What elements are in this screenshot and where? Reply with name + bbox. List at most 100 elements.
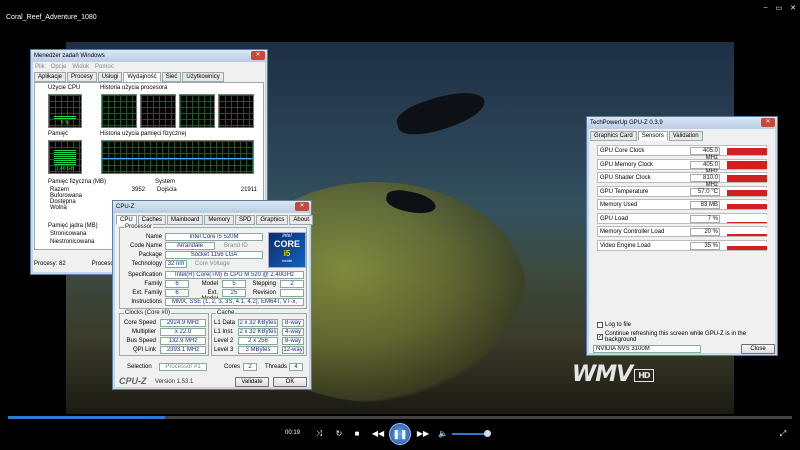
l3-value: 3 MBytes bbox=[238, 346, 278, 354]
l1-data-way: 8-way bbox=[282, 319, 304, 327]
repeat-icon[interactable]: ↻ bbox=[332, 427, 346, 441]
shuffle-icon[interactable]: ⤨ bbox=[312, 427, 326, 441]
threads-value: 4 bbox=[289, 363, 303, 371]
tab-processes[interactable]: Procesy bbox=[67, 72, 97, 82]
cpu-history-graph bbox=[179, 94, 215, 128]
volume-slider[interactable] bbox=[452, 430, 491, 437]
processor-select[interactable]: Processor #1 bbox=[159, 363, 207, 371]
sensor-name: GPU Load bbox=[600, 215, 629, 222]
sensor-name: GPU Temperature bbox=[600, 188, 649, 195]
next-icon[interactable]: ▶▶ bbox=[416, 427, 430, 441]
seek-progress bbox=[8, 416, 165, 419]
memory-bar bbox=[54, 149, 76, 165]
table-row: Dojścia 21911 bbox=[157, 187, 257, 193]
sensor-name: Memory Used bbox=[600, 202, 638, 208]
processor-group: Processor Name Intel Core i5 520M Code N… bbox=[119, 224, 307, 309]
cpuz-titlebar[interactable]: CPU-Z ✕ bbox=[113, 201, 311, 213]
kernel-row: Niestronicowana bbox=[50, 239, 95, 245]
gpuz-window: TechPowerUp GPU-Z 0.3.9 ✕ Graphics Card S… bbox=[586, 116, 778, 356]
time-elapsed: 00:19 bbox=[285, 430, 301, 436]
ext-model-value: 25 bbox=[222, 289, 246, 297]
cpuz-window: CPU-Z ✕ CPU Caches Mainboard Memory SPD G… bbox=[112, 200, 314, 390]
continue-refresh-checkbox[interactable]: ✓ Continue refreshing this screen while G… bbox=[597, 331, 777, 343]
tab-performance[interactable]: Wydajność bbox=[123, 72, 161, 82]
sensor-row: GPU Shader Clock 810.0 MHz bbox=[597, 172, 767, 188]
sensor-name: GPU Shader Clock bbox=[600, 175, 651, 181]
cache-group: Cache L1 Data 2 x 32 KBytes 8-way L1 Ins… bbox=[211, 310, 307, 356]
fullscreen-icon[interactable]: ⤢ bbox=[776, 427, 790, 441]
sensor-name: Video Engine Load bbox=[600, 242, 651, 249]
log-to-file-checkbox[interactable]: Log to file bbox=[597, 322, 631, 328]
volume-icon[interactable]: 🔈 bbox=[436, 427, 450, 441]
sensor-row: GPU Temperature 57.0 °C bbox=[597, 185, 767, 197]
close-icon[interactable]: ✕ bbox=[790, 4, 796, 12]
gpuz-titlebar[interactable]: TechPowerUp GPU-Z 0.3.9 ✕ bbox=[587, 117, 777, 129]
previous-icon[interactable]: ◀◀ bbox=[371, 427, 385, 441]
version-label: Version 1.53.1 bbox=[155, 379, 194, 385]
tab-mainboard[interactable]: Mainboard bbox=[167, 215, 204, 225]
l1-data-value: 2 x 32 KBytes bbox=[238, 319, 278, 327]
sensor-graph bbox=[723, 174, 767, 182]
menu-item[interactable]: Widok bbox=[72, 64, 89, 70]
tab-graphics-card[interactable]: Graphics Card bbox=[590, 131, 637, 141]
maximize-icon[interactable]: ▭ bbox=[776, 4, 783, 12]
close-icon[interactable]: ✕ bbox=[295, 202, 309, 211]
menu-item[interactable]: Pomoc bbox=[95, 64, 114, 70]
tab-about[interactable]: About bbox=[289, 215, 314, 225]
cpu-usage-label: Użycie CPU bbox=[48, 85, 81, 91]
model-value: 5 bbox=[222, 280, 246, 288]
sensor-graph-fill bbox=[726, 234, 767, 236]
sensor-row: Memory Used 83 MB bbox=[597, 199, 767, 210]
cpu-usage-meter: 5 % bbox=[48, 94, 82, 128]
l1-inst-value: 2 x 32 KBytes bbox=[238, 328, 278, 336]
cpu-usage-bar bbox=[54, 116, 76, 119]
sensor-name: GPU Core Clock bbox=[600, 148, 645, 154]
stepping-value: 2 bbox=[280, 280, 304, 288]
ext-family-value: 6 bbox=[165, 289, 189, 297]
close-icon[interactable]: ✕ bbox=[761, 118, 775, 127]
tab-sensors[interactable]: Sensors bbox=[637, 131, 668, 141]
sensor-row: GPU Load 7 % bbox=[597, 212, 767, 224]
tab-spd[interactable]: SPD bbox=[235, 215, 256, 225]
cpu-history-graph bbox=[218, 94, 254, 128]
sensor-name: Memory Controller Load bbox=[600, 229, 665, 235]
sensor-graph-fill bbox=[726, 204, 767, 209]
kernel-row: Stronicowana bbox=[50, 231, 87, 237]
close-button[interactable]: Close bbox=[741, 344, 775, 354]
clocks-group: Clocks (Core #0) Core Speed 2924.9 MHz M… bbox=[119, 310, 209, 356]
seek-bar[interactable] bbox=[8, 416, 792, 419]
tab-bar: Aplikacje Procesy Usługi Wydajność Sieć … bbox=[31, 72, 267, 82]
system-table: Dojścia 21911 bbox=[157, 187, 257, 193]
sensor-row: GPU Memory Clock 405.0 MHz bbox=[597, 158, 767, 175]
tab-services[interactable]: Usługi bbox=[97, 72, 123, 82]
tab-memory[interactable]: Memory bbox=[204, 215, 235, 225]
tab-network[interactable]: Sieć bbox=[161, 72, 182, 82]
player-controls: 00:19 ⤨ ↻ ■ ◀◀ ❚❚ ▶▶ 🔈 ⤢ bbox=[0, 420, 800, 450]
menu-bar: Plik Opcje Widok Pomoc bbox=[31, 62, 267, 72]
technology-value: 32 nm bbox=[165, 260, 187, 268]
core-speed-value: 2924.9 MHz bbox=[160, 319, 206, 327]
tab-users[interactable]: Użytkownicy bbox=[182, 72, 224, 82]
tab-applications[interactable]: Aplikacje bbox=[34, 72, 67, 82]
l2-way: 8-way bbox=[282, 337, 304, 345]
menu-item[interactable]: Plik bbox=[35, 64, 45, 70]
task-manager-titlebar[interactable]: Menedżer zadań Windows ✕ bbox=[31, 50, 267, 62]
physical-memory-label: Pamięć fizyczna (MB) bbox=[48, 179, 107, 185]
package-value: Socket 1156 LGA bbox=[165, 251, 263, 259]
close-icon[interactable]: ✕ bbox=[251, 51, 265, 60]
sensor-value: 35 % bbox=[690, 241, 720, 250]
validate-button[interactable]: Validate bbox=[235, 377, 269, 387]
pause-button[interactable]: ❚❚ bbox=[389, 423, 411, 445]
sensor-value: 405.0 MHz bbox=[690, 147, 720, 161]
tab-validation[interactable]: Validation bbox=[668, 131, 703, 141]
revision-value bbox=[280, 289, 304, 297]
stop-icon[interactable]: ■ bbox=[350, 427, 364, 441]
memory-history-graph bbox=[101, 140, 254, 174]
player-title: Coral_Reef_Adventure_1080 bbox=[6, 14, 97, 21]
minimize-icon[interactable]: – bbox=[764, 4, 768, 12]
tab-graphics[interactable]: Graphics bbox=[256, 215, 289, 225]
sensor-value: 20 % bbox=[690, 228, 720, 236]
gpu-select[interactable]: NVIDIA NVS 3100M bbox=[593, 345, 701, 353]
ok-button[interactable]: OK bbox=[273, 377, 307, 387]
menu-item[interactable]: Opcje bbox=[51, 64, 67, 70]
